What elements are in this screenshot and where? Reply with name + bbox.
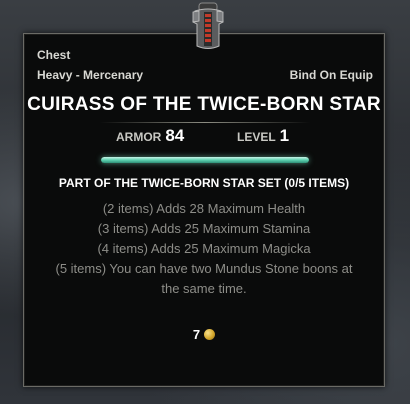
armor-value: 84 (165, 126, 185, 145)
item-value-amount: 7 (192, 327, 201, 342)
item-value: 7 (23, 327, 385, 342)
item-slot-label: Chest (37, 48, 71, 62)
condition-bar (101, 157, 309, 163)
set-bonus-line: (3 items) Adds 25 Maximum Stamina (97, 221, 311, 236)
bind-type-label: Bind On Equip (289, 68, 373, 82)
armor-stat: ARMOR 84 (116, 126, 184, 148)
set-header: PART OF THE TWICE-BORN STAR SET (0/5 ITE… (58, 176, 350, 190)
level-label: LEVEL (237, 130, 276, 144)
level-value: 1 (279, 126, 290, 145)
set-bonus-line: (4 items) Adds 25 Maximum Magicka (97, 241, 311, 256)
level-stat: LEVEL 1 (237, 126, 289, 148)
condition-bar-fill (101, 157, 309, 163)
item-name: CUIRASS OF THE TWICE-BORN STAR (27, 94, 381, 115)
set-bonus-line: (5 items) You can have two Mundus Stone … (55, 261, 353, 296)
armor-label: ARMOR (116, 130, 162, 144)
gold-coin-icon (204, 329, 216, 340)
item-type-label: Heavy - Mercenary (37, 68, 144, 82)
set-bonus-line: (2 items) Adds 28 Maximum Health (102, 201, 306, 216)
set-bonus-list: (2 items) Adds 28 Maximum Health (3 item… (23, 199, 385, 299)
title-divider (100, 122, 310, 123)
cuirass-icon (192, 2, 224, 49)
